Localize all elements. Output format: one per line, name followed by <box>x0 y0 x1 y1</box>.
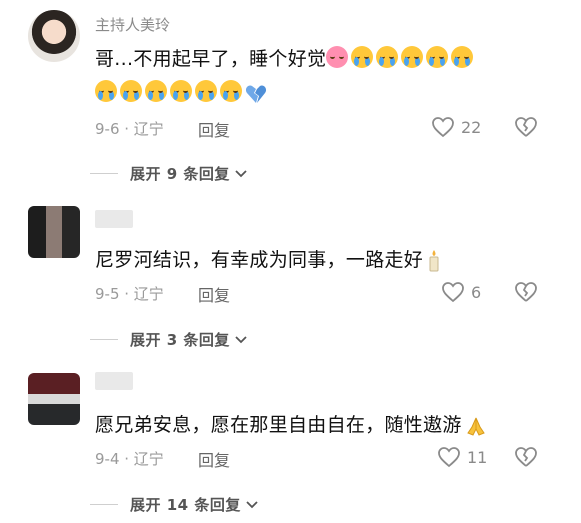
like-button[interactable]: 11 <box>437 446 487 468</box>
chevron-down-icon <box>246 500 258 508</box>
loudly-crying-face-icon <box>401 46 424 68</box>
divider <box>90 173 118 174</box>
sleeping-face-icon <box>326 46 349 68</box>
like-count: 6 <box>471 282 482 302</box>
broken-heart-icon[interactable] <box>514 281 538 303</box>
heart-outline-icon <box>438 447 460 468</box>
comment-text: 尼罗河结识，有幸成为同事，一路走好 <box>95 245 443 273</box>
like-button[interactable]: 6 <box>441 281 481 303</box>
folded-hands-icon <box>466 417 485 436</box>
broken-heart-icon[interactable] <box>514 446 538 468</box>
divider <box>90 339 118 340</box>
loudly-crying-face-icon <box>120 80 142 102</box>
expand-replies[interactable]: 展开 3 条回复 <box>90 329 248 350</box>
comment-emoji-line <box>95 80 267 104</box>
comment-text-line: 哥...不用起早了，睡个好觉 <box>95 48 327 70</box>
loudly-crying-face-icon <box>376 46 399 68</box>
divider <box>90 504 118 505</box>
avatar[interactable] <box>28 10 80 62</box>
candle-icon <box>429 249 439 271</box>
reply-button[interactable]: 回复 <box>198 447 230 471</box>
like-count: 22 <box>461 117 482 137</box>
heart-outline-icon <box>442 282 464 303</box>
chevron-down-icon <box>235 169 247 177</box>
loudly-crying-face-icon <box>451 46 474 68</box>
loudly-crying-face-icon <box>195 80 217 102</box>
broken-heart-emoji <box>245 85 267 103</box>
chevron-down-icon <box>235 335 247 343</box>
broken-heart-icon[interactable] <box>514 116 538 138</box>
expand-replies-label[interactable]: 展开 3 条回复 <box>130 329 230 350</box>
comment-author[interactable]: 主持人美玲 <box>95 14 170 35</box>
heart-outline-icon <box>432 117 454 138</box>
loudly-crying-face-icon <box>170 80 192 102</box>
reply-button[interactable]: 回复 <box>198 117 230 141</box>
comment-meta: 9-4 · 辽宁 <box>95 450 164 468</box>
expand-replies[interactable]: 展开 9 条回复 <box>90 163 248 184</box>
comment-meta: 9-6 · 辽宁 <box>95 120 164 138</box>
expand-replies-label[interactable]: 展开 14 条回复 <box>130 494 241 515</box>
like-count: 11 <box>467 447 488 467</box>
comment-text: 愿兄弟安息，愿在那里自由自在，随性遨游 <box>95 410 488 437</box>
loudly-crying-face-icon <box>426 46 449 68</box>
comment-meta: 9-5 · 辽宁 <box>95 285 164 303</box>
reply-button[interactable]: 回复 <box>198 282 230 306</box>
loudly-crying-face-icon <box>95 80 117 102</box>
comment-text-line: 愿兄弟安息，愿在那里自由自在，随性遨游 <box>95 414 462 436</box>
expand-replies-label[interactable]: 展开 9 条回复 <box>130 163 230 184</box>
comment-author[interactable] <box>95 372 133 390</box>
expand-replies[interactable]: 展开 14 条回复 <box>90 494 259 515</box>
loudly-crying-face-icon <box>145 80 167 102</box>
loudly-crying-face-icon <box>351 46 374 68</box>
comment-author[interactable] <box>95 210 133 228</box>
comment-text: 哥...不用起早了，睡个好觉 <box>95 44 476 71</box>
avatar[interactable] <box>28 206 80 258</box>
comment-text-line: 尼罗河结识，有幸成为同事，一路走好 <box>95 249 424 271</box>
loudly-crying-face-icon <box>220 80 242 102</box>
avatar[interactable] <box>28 373 80 425</box>
like-button[interactable]: 22 <box>431 116 481 138</box>
